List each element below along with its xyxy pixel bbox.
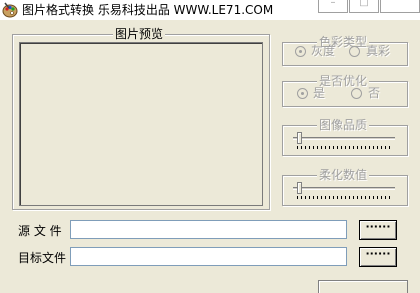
source-browse-button[interactable]: ······	[359, 220, 397, 240]
palette-icon	[2, 2, 18, 18]
quality-group: 图像品质	[282, 118, 408, 156]
optimize-yes-label: 是	[313, 86, 326, 100]
color-truecolor-label: 真彩	[366, 44, 391, 58]
maximize-button[interactable]: □	[349, 0, 379, 13]
target-file-label: 目标文件	[18, 251, 67, 265]
softening-slider-track	[293, 187, 395, 190]
quality-slider-track	[293, 137, 395, 140]
target-browse-button[interactable]: ······	[359, 247, 397, 267]
quality-slider-thumb[interactable]	[297, 132, 302, 144]
optimize-yes-radio[interactable]	[297, 88, 308, 99]
maximize-icon: □	[359, 0, 369, 8]
softening-slider-ticks	[297, 196, 393, 199]
target-file-input[interactable]	[70, 247, 347, 266]
optimize-group: 是否优化 是 否	[282, 74, 408, 107]
minimize-icon: –	[330, 0, 336, 8]
softening-group: 柔化数值	[282, 168, 408, 206]
color-grayscale-radio[interactable]	[295, 46, 306, 57]
softening-slider-thumb[interactable]	[297, 182, 302, 194]
preview-area	[19, 42, 263, 206]
color-type-group: 色彩类型 灰度 真彩	[282, 35, 408, 66]
color-truecolor-radio[interactable]	[349, 46, 360, 57]
quality-slider-ticks	[297, 146, 393, 149]
action-button-partial[interactable]	[318, 280, 408, 293]
preview-group: 图片预览	[12, 27, 270, 210]
color-grayscale-label: 灰度	[311, 44, 336, 58]
softening-legend: 柔化数值	[317, 168, 370, 182]
preview-legend: 图片预览	[113, 27, 166, 41]
close-button[interactable]	[380, 0, 420, 13]
source-file-label: 源 文 件	[18, 224, 62, 238]
optimize-no-radio[interactable]	[351, 88, 362, 99]
minimize-button[interactable]: –	[318, 0, 348, 13]
window-title: 图片格式转换 乐易科技出品 WWW.LE71.COM	[22, 3, 274, 17]
source-file-input[interactable]	[70, 220, 347, 239]
optimize-no-label: 否	[368, 86, 381, 100]
quality-legend: 图像品质	[317, 118, 370, 132]
title-bar: 图片格式转换 乐易科技出品 WWW.LE71.COM – □	[0, 0, 420, 20]
